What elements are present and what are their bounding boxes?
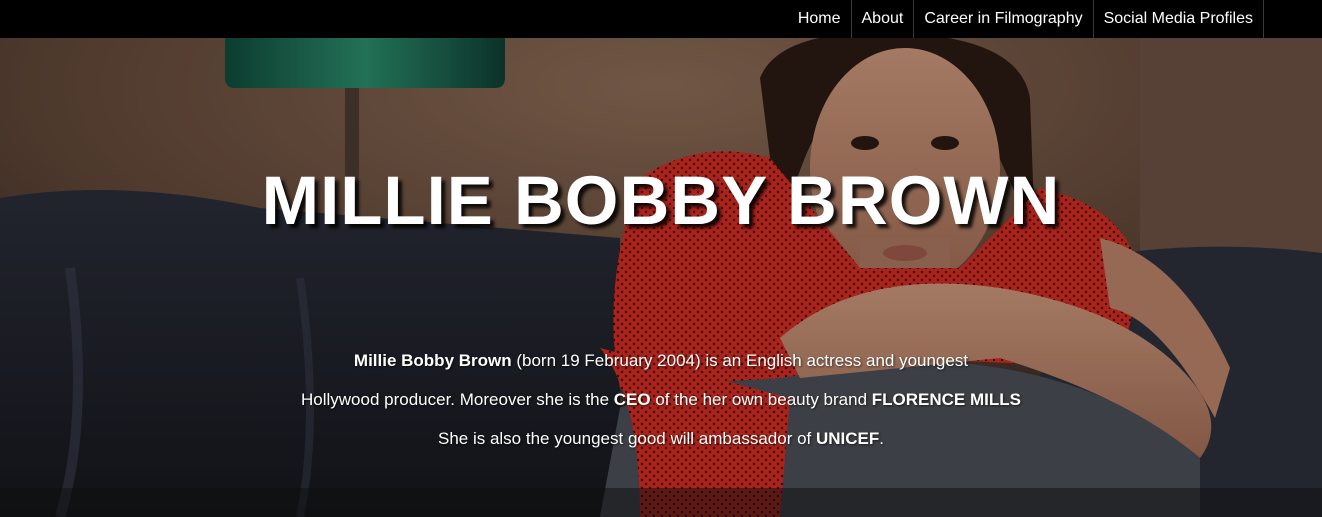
nav-menu: Home About Career in Filmography Social …	[788, 0, 1264, 38]
hero-line-1: Millie Bobby Brown (born 19 February 200…	[200, 341, 1122, 380]
top-navbar: Home About Career in Filmography Social …	[0, 0, 1322, 38]
hero-ceo-bold: CEO	[613, 390, 651, 409]
hero-line-2-mid: of the her own beauty brand	[650, 390, 872, 409]
hero-name-bold: Millie Bobby Brown	[353, 351, 512, 370]
nav-about-link[interactable]: About	[852, 0, 915, 38]
hero-brand-bold: FLORENCE MILLS	[871, 390, 1021, 409]
hero-line-3: She is also the youngest good will ambas…	[200, 419, 1122, 458]
nav-social-link[interactable]: Social Media Profiles	[1094, 0, 1264, 38]
nav-career-link[interactable]: Career in Filmography	[914, 0, 1094, 38]
hero-section: MILLIE BOBBY BROWN Millie Bobby Brown (b…	[0, 38, 1322, 517]
nav-home-link[interactable]: Home	[788, 0, 852, 38]
hero-description: Millie Bobby Brown (born 19 February 200…	[200, 341, 1122, 458]
hero-line-3-pre: She is also the youngest good will ambas…	[437, 429, 816, 448]
hero-title: MILLIE BOBBY BROWN	[261, 162, 1061, 239]
hero-line-1-text: (born 19 February 2004) is an English ac…	[511, 351, 969, 370]
hero-line-3-post: .	[879, 429, 885, 448]
hero-line-2: Hollywood producer. Moreover she is the …	[200, 380, 1122, 419]
hero-line-2-pre: Hollywood producer. Moreover she is the	[301, 390, 614, 409]
hero-unicef-bold: UNICEF	[816, 429, 880, 448]
